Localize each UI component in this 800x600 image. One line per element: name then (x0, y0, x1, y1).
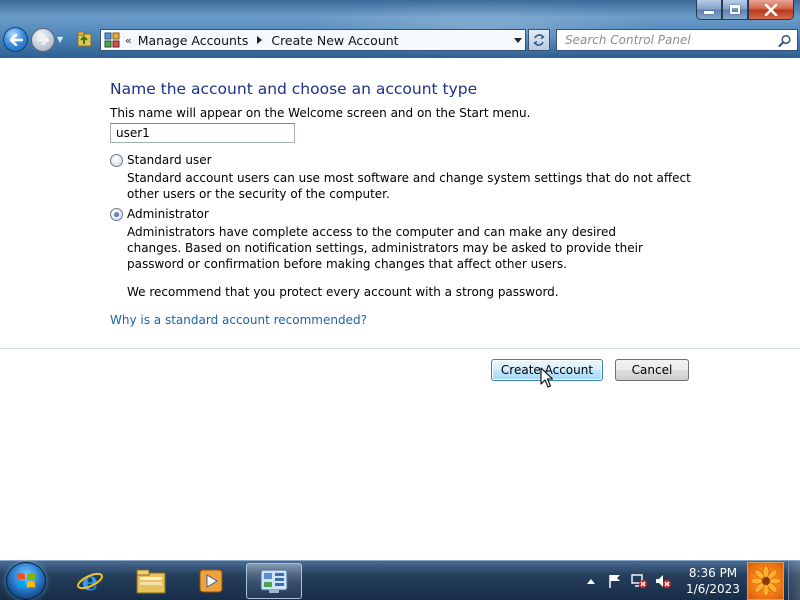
breadcrumb-overflow[interactable]: « (125, 34, 132, 47)
taskbar-internet-explorer[interactable]: e (62, 563, 118, 599)
address-dropdown-icon[interactable] (514, 38, 522, 43)
maximize-icon (730, 5, 740, 14)
recent-pages-dropdown[interactable]: ▼ (57, 35, 63, 44)
mouse-pointer-icon (540, 367, 554, 388)
close-button[interactable] (748, 0, 794, 20)
control-panel-icon (103, 31, 121, 49)
radio-selected-dot (114, 211, 119, 217)
name-description: This name will appear on the Welcome scr… (110, 106, 531, 120)
refresh-button[interactable] (528, 29, 550, 51)
internet-explorer-icon: e (77, 567, 103, 596)
back-arrow-icon (9, 33, 23, 46)
search-icon[interactable] (778, 33, 792, 52)
taskbar-control-panel[interactable] (246, 563, 302, 599)
control-panel-icon (260, 569, 288, 593)
taskbar-media-player[interactable] (183, 563, 239, 599)
create-account-window: ▼ « Manage Accounts Create New Account S… (0, 0, 800, 600)
chevron-up-icon (587, 579, 595, 584)
volume-tray[interactable] (652, 570, 674, 592)
flag-icon (609, 575, 620, 588)
media-player-icon (199, 569, 223, 593)
start-button[interactable] (6, 562, 46, 600)
administrator-label[interactable]: Administrator (127, 207, 209, 221)
window-controls (696, 0, 794, 20)
address-bar[interactable]: « Manage Accounts Create New Account (100, 29, 526, 51)
clock[interactable]: 8:36 PM 1/6/2023 (683, 565, 743, 597)
minimize-icon (704, 11, 714, 14)
breadcrumb-manage-accounts[interactable]: Manage Accounts (138, 33, 249, 48)
action-center-tray[interactable] (604, 570, 626, 592)
title-bar: ▼ « Manage Accounts Create New Account (0, 0, 800, 58)
forward-arrow-icon (37, 35, 49, 45)
show-hidden-icons-button[interactable] (580, 570, 602, 592)
clock-date: 1/6/2023 (686, 582, 740, 596)
network-tray[interactable] (628, 570, 650, 592)
taskbar: e 8:36 PM 1/6/2023 (0, 560, 800, 600)
close-icon (764, 3, 778, 16)
administrator-radio[interactable] (110, 207, 123, 221)
back-button[interactable] (3, 27, 28, 52)
standard-account-help-link[interactable]: Why is a standard account recommended? (110, 313, 367, 327)
svg-text:e: e (82, 567, 99, 596)
search-box (556, 29, 798, 51)
standard-user-label[interactable]: Standard user (127, 153, 212, 167)
divider (0, 348, 800, 349)
folder-up-icon (77, 31, 92, 47)
breadcrumb-separator-icon[interactable] (257, 36, 263, 44)
user-picture-flower[interactable] (747, 562, 784, 600)
content-pane: Name the account and choose an account t… (0, 58, 800, 560)
show-desktop-button[interactable] (788, 561, 800, 600)
administrator-option[interactable]: Administrator (110, 207, 209, 221)
maximize-button[interactable] (722, 0, 748, 20)
breadcrumb-create-new-account[interactable]: Create New Account (271, 33, 398, 48)
up-folder-button[interactable] (75, 29, 95, 49)
minimize-button[interactable] (696, 0, 722, 20)
password-recommendation: We recommend that you protect every acco… (127, 285, 559, 299)
refresh-icon (533, 34, 545, 46)
forward-button[interactable] (31, 28, 55, 52)
administrator-description: Administrators have complete access to t… (127, 225, 643, 271)
folder-icon (136, 569, 166, 594)
notification-area (580, 561, 676, 600)
taskbar-windows-explorer[interactable] (123, 563, 179, 599)
account-name-field[interactable] (110, 123, 295, 143)
flower-icon (750, 566, 781, 596)
network-disconnected-icon (631, 574, 647, 588)
standard-user-option[interactable]: Standard user (110, 153, 212, 167)
page-title: Name the account and choose an account t… (110, 80, 478, 98)
search-input[interactable] (557, 30, 772, 50)
standard-user-radio[interactable] (110, 153, 123, 167)
volume-muted-icon (656, 575, 671, 588)
clock-time: 8:36 PM (688, 566, 738, 580)
standard-user-description: Standard account users can use most soft… (127, 171, 691, 201)
cancel-button[interactable]: Cancel (615, 359, 689, 381)
windows-logo-icon (17, 573, 35, 588)
